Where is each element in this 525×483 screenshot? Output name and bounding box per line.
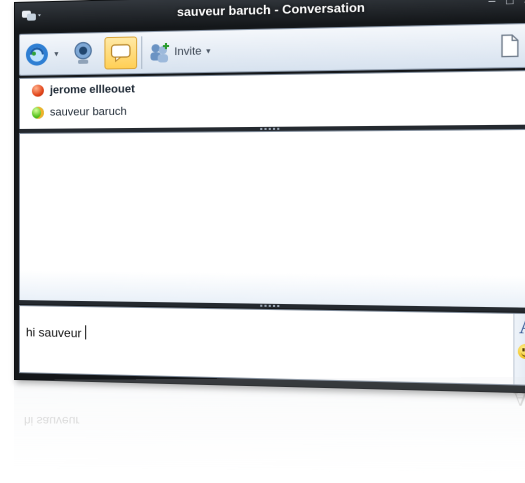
message-input[interactable]: hi sauveur bbox=[26, 324, 87, 340]
document-button[interactable] bbox=[501, 29, 525, 62]
status-online-icon bbox=[32, 107, 44, 119]
msn-logo-icon bbox=[24, 41, 50, 68]
reflection-font-icon: A bbox=[513, 388, 525, 411]
webcam-button[interactable] bbox=[72, 38, 100, 69]
emoticon-icon[interactable] bbox=[518, 344, 525, 359]
participant-name: jerome ellleouet bbox=[50, 83, 135, 96]
participant-name: sauveur baruch bbox=[50, 106, 127, 119]
message-history[interactable] bbox=[19, 129, 525, 309]
toolbar: ▼ Invite ▼ bbox=[19, 23, 525, 76]
message-compose-area[interactable]: hi sauveur A bbox=[19, 305, 525, 386]
document-icon bbox=[501, 34, 519, 58]
status-busy-icon bbox=[32, 85, 44, 97]
maximize-button[interactable]: □ bbox=[504, 0, 515, 6]
chat-button[interactable] bbox=[104, 36, 137, 69]
minimize-button[interactable]: – bbox=[486, 0, 497, 7]
chevron-down-icon: ▼ bbox=[205, 48, 212, 55]
msn-menu-button[interactable]: ▼ bbox=[24, 39, 60, 70]
grip-handle-icon bbox=[260, 305, 279, 307]
grip-handle-icon bbox=[260, 128, 279, 130]
invite-contacts-icon bbox=[147, 40, 172, 65]
text-caret bbox=[86, 325, 87, 339]
invite-button[interactable]: Invite ▼ bbox=[147, 36, 230, 68]
participants-list: jerome ellleouet sauveur baruch bbox=[19, 70, 525, 130]
conversation-window: sauveur baruch - Conversation – □ ✕ ▼ In… bbox=[14, 0, 525, 394]
format-toolbar: A bbox=[513, 314, 525, 385]
message-input-text: hi sauveur bbox=[26, 325, 82, 340]
invite-label: Invite bbox=[174, 45, 201, 58]
window-reflection: hi sauveur A bbox=[14, 377, 525, 473]
webcam-icon bbox=[72, 40, 94, 67]
window-title: sauveur baruch - Conversation bbox=[15, 0, 525, 23]
reflection-text: hi sauveur bbox=[24, 414, 80, 428]
chat-bubble-icon bbox=[111, 44, 131, 63]
chevron-down-icon: ▼ bbox=[53, 51, 60, 58]
participant-item[interactable]: sauveur baruch bbox=[32, 104, 127, 121]
toolbar-separator bbox=[141, 36, 142, 69]
participant-item[interactable]: jerome ellleouet bbox=[32, 81, 135, 99]
font-icon[interactable]: A bbox=[519, 316, 525, 339]
